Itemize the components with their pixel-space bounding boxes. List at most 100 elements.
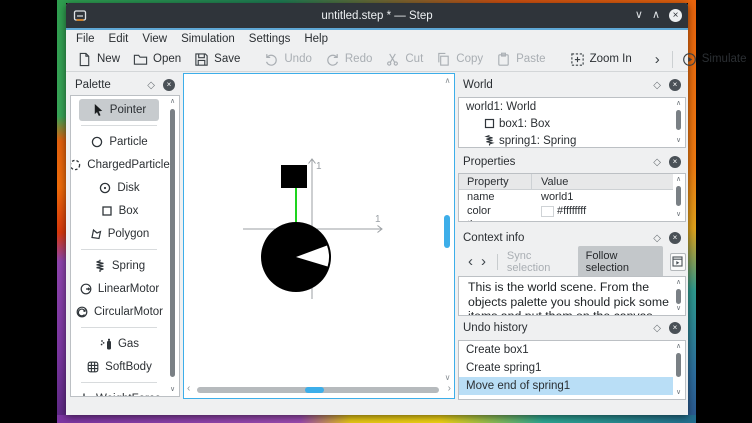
- menu-view[interactable]: View: [142, 33, 167, 45]
- new-button[interactable]: New: [77, 52, 120, 67]
- simulate-play-icon: [682, 52, 697, 67]
- palette-item-chargedparticle[interactable]: ChargedParticle: [71, 153, 167, 176]
- tree-item-box1[interactable]: box1: Box: [459, 115, 673, 132]
- forward-button[interactable]: ›: [481, 254, 486, 269]
- scroll-up-icon[interactable]: ∧: [676, 99, 681, 109]
- scroll-up-icon[interactable]: ∧: [676, 175, 681, 185]
- canvas-vertical-scrollbar[interactable]: ∧ ∨: [441, 74, 454, 382]
- scroll-left-icon[interactable]: ‹: [187, 383, 190, 394]
- close-button[interactable]: ×: [669, 9, 682, 22]
- scroll-down-icon[interactable]: ∨: [676, 304, 681, 314]
- copy-icon: [436, 52, 451, 67]
- scroll-up-icon[interactable]: ∧: [170, 97, 175, 107]
- undo-item-create-box1[interactable]: Create box1: [459, 341, 673, 359]
- float-panel-icon[interactable]: ◇: [653, 233, 661, 244]
- palette-item-circularmotor[interactable]: CircularMotor: [71, 300, 167, 323]
- scroll-down-icon[interactable]: ∨: [676, 136, 681, 146]
- column-property[interactable]: Property: [459, 174, 532, 189]
- palette-item-linearmotor[interactable]: LinearMotor: [71, 277, 167, 300]
- undo-item-create-spring1[interactable]: Create spring1: [459, 359, 673, 377]
- property-row-color[interactable]: color #ffffffff: [459, 204, 673, 218]
- palette-item-polygon[interactable]: Polygon: [71, 222, 167, 245]
- scrollbar-thumb[interactable]: [676, 289, 681, 304]
- close-panel-icon[interactable]: ×: [669, 156, 681, 168]
- close-panel-icon[interactable]: ×: [669, 79, 681, 91]
- property-row-clipped[interactable]: time: [459, 218, 673, 222]
- save-button[interactable]: Save: [194, 52, 240, 67]
- titlebar[interactable]: untitled.step * — Step ∨ ∧ ×: [66, 3, 688, 28]
- follow-selection-toggle[interactable]: Follow selection: [578, 246, 663, 278]
- tree-item-world1[interactable]: world1: World: [459, 98, 673, 115]
- paste-button[interactable]: Paste: [496, 52, 545, 67]
- scroll-up-icon[interactable]: ∧: [441, 76, 454, 85]
- undo-history-scrollbar[interactable]: ∧ ∨: [673, 342, 684, 398]
- scrollbar-track[interactable]: [197, 387, 439, 393]
- palette-item-softbody[interactable]: SoftBody: [71, 355, 167, 378]
- wallpaper-bottom-strip: [57, 415, 696, 423]
- copy-button[interactable]: Copy: [436, 52, 483, 67]
- zoom-in-button[interactable]: Zoom In: [570, 52, 632, 67]
- menu-edit[interactable]: Edit: [109, 33, 129, 45]
- scrollbar-thumb[interactable]: [170, 109, 175, 377]
- palette-item-disk[interactable]: Disk: [71, 176, 167, 199]
- close-panel-icon[interactable]: ×: [669, 322, 681, 334]
- window-title: untitled.step * — Step: [66, 10, 688, 22]
- minimize-button[interactable]: ∨: [635, 10, 643, 21]
- scrollbar-thumb[interactable]: [444, 215, 450, 248]
- tree-item-spring1[interactable]: spring1: Spring: [459, 132, 673, 148]
- palette-item-gas[interactable]: Gas: [71, 332, 167, 355]
- float-panel-icon[interactable]: ◇: [653, 80, 661, 91]
- sync-selection-button[interactable]: Sync selection: [507, 250, 570, 274]
- float-panel-icon[interactable]: ◇: [653, 323, 661, 334]
- menu-settings[interactable]: Settings: [249, 33, 291, 45]
- scroll-down-icon[interactable]: ∨: [676, 388, 681, 398]
- float-panel-icon[interactable]: ◇: [653, 157, 661, 168]
- redo-button[interactable]: Redo: [325, 52, 373, 67]
- undo-button[interactable]: Undo: [264, 52, 312, 67]
- back-button[interactable]: ‹: [468, 254, 473, 269]
- color-swatch: [541, 206, 554, 217]
- close-panel-icon[interactable]: ×: [163, 79, 175, 91]
- maximize-button[interactable]: ∧: [652, 10, 660, 21]
- cut-button[interactable]: Cut: [385, 52, 423, 67]
- palette-separator: [81, 382, 157, 383]
- box1-shape[interactable]: [281, 165, 307, 188]
- scrollbar-thumb[interactable]: [676, 353, 681, 377]
- scene-canvas[interactable]: 1 1 ∧ ∨ ‹: [183, 73, 455, 399]
- simulate-button[interactable]: Simulate: [682, 52, 747, 67]
- palette-scrollbar[interactable]: ∧ ∨: [167, 97, 178, 395]
- scroll-right-icon[interactable]: ›: [448, 383, 451, 394]
- scroll-down-icon[interactable]: ∨: [170, 385, 175, 395]
- scroll-down-icon[interactable]: ∨: [441, 373, 454, 382]
- disk1-shape[interactable]: [261, 222, 331, 292]
- scroll-down-icon[interactable]: ∨: [676, 210, 681, 220]
- canvas-horizontal-scrollbar[interactable]: ‹ ›: [184, 384, 454, 396]
- menu-simulation[interactable]: Simulation: [181, 33, 235, 45]
- column-value[interactable]: Value: [532, 176, 568, 188]
- undo-item-move-end-of-spring1[interactable]: Move end of spring1: [459, 377, 673, 395]
- menu-file[interactable]: File: [76, 33, 95, 45]
- context-info-scrollbar[interactable]: ∧ ∨: [673, 278, 684, 314]
- palette-item-box[interactable]: Box: [71, 199, 167, 222]
- scrollbar-thumb[interactable]: [676, 186, 681, 206]
- palette-item-spring[interactable]: Spring: [71, 254, 167, 277]
- toolbar-overflow-button[interactable]: ›: [655, 51, 660, 68]
- float-panel-icon[interactable]: ◇: [147, 80, 155, 91]
- open-button[interactable]: Open: [133, 52, 181, 67]
- close-panel-icon[interactable]: ×: [669, 232, 681, 244]
- open-in-browser-button[interactable]: [670, 253, 686, 271]
- scrollbar-thumb[interactable]: [676, 110, 681, 130]
- world-scrollbar[interactable]: ∧ ∨: [673, 99, 684, 146]
- undo-history-title: Undo history: [463, 322, 653, 334]
- palette-item-pointer[interactable]: Pointer: [79, 99, 159, 121]
- menu-help[interactable]: Help: [304, 33, 328, 45]
- zoom-in-icon: [570, 52, 585, 67]
- properties-scrollbar[interactable]: ∧ ∨: [673, 175, 684, 220]
- scroll-up-icon[interactable]: ∧: [676, 342, 681, 352]
- scroll-up-icon[interactable]: ∧: [676, 278, 681, 288]
- browser-window-icon: [672, 256, 683, 267]
- palette-item-particle[interactable]: Particle: [71, 130, 167, 153]
- palette-item-weightforce[interactable]: WeightForce: [71, 387, 167, 397]
- scrollbar-thumb[interactable]: [305, 387, 324, 393]
- property-row-name[interactable]: name world1: [459, 190, 673, 204]
